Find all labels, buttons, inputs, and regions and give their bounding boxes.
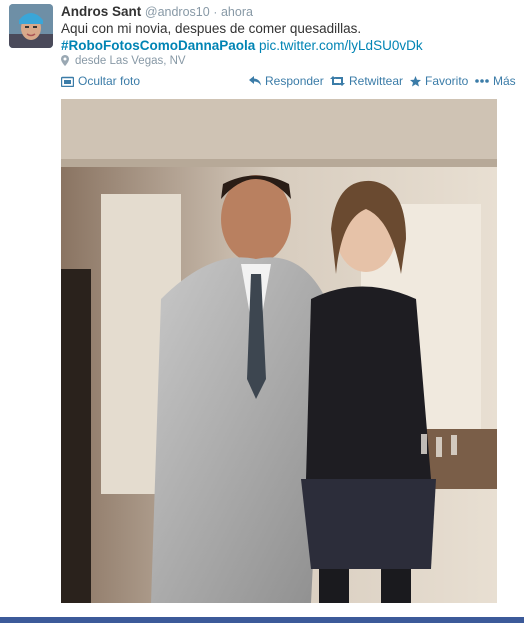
separator: ·: [213, 5, 218, 19]
tweet-photo[interactable]: [61, 99, 497, 603]
more-button[interactable]: Más: [475, 74, 516, 88]
tweet-text-line: Aqui con mi novia, despues de comer ques…: [61, 21, 362, 36]
favorite-label: Favorito: [425, 74, 469, 88]
user-avatar-image: [9, 4, 53, 48]
location-text: desde Las Vegas, NV: [75, 55, 186, 67]
star-icon: [410, 75, 421, 87]
tweet-header: Andros Sant @andros10 · ahora: [61, 3, 253, 21]
tweet-text: Aqui con mi novia, despues de comer ques…: [61, 20, 423, 54]
hide-photo-label: Ocultar foto: [78, 74, 141, 88]
location-pin-icon: [61, 55, 69, 70]
timestamp[interactable]: ahora: [221, 5, 253, 19]
hide-photo-button[interactable]: Ocultar foto: [61, 74, 140, 88]
retweet-label: Retwittear: [349, 74, 404, 88]
photo-icon: [61, 76, 74, 87]
author-handle[interactable]: @andros10: [145, 5, 210, 19]
author-name[interactable]: Andros Sant: [61, 4, 141, 19]
more-label: Más: [493, 74, 516, 88]
reply-button[interactable]: Responder: [249, 74, 324, 88]
retweet-button[interactable]: Retwittear: [330, 74, 403, 88]
more-dots-icon: [475, 79, 489, 83]
reply-icon: [249, 76, 261, 86]
tweet-location[interactable]: desde Las Vegas, NV: [61, 54, 186, 70]
photo-image: [61, 99, 497, 603]
hashtag-link[interactable]: #RoboFotosComoDannaPaola: [61, 38, 255, 53]
media-link[interactable]: pic.twitter.com/lyLdSU0vDk: [259, 38, 423, 53]
tweet-actions: Ocultar foto Responder Retwittear Favori…: [61, 74, 521, 90]
favorite-button[interactable]: Favorito: [410, 74, 468, 88]
retweet-icon: [330, 76, 345, 86]
reply-label: Responder: [265, 74, 324, 88]
bottom-bar: [0, 617, 524, 623]
author-avatar[interactable]: [9, 4, 53, 48]
